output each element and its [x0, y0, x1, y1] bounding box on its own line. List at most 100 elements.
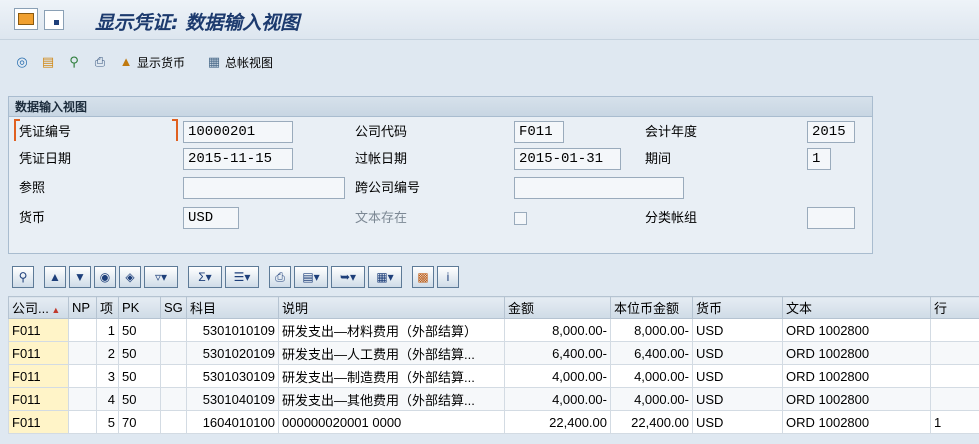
col-company-header[interactable]: 公司... ▲ [8, 296, 69, 319]
export-icon[interactable]: ➥▾ [331, 266, 365, 288]
cell-text[interactable]: ORD 1002800 [782, 318, 931, 342]
currency-field[interactable]: USD [183, 207, 239, 229]
display-currency-button[interactable]: ▲ 显示货币 [118, 53, 185, 71]
doc-date-field[interactable]: 2015-11-15 [183, 148, 293, 170]
table-row[interactable]: F011 1 50 5301010109 研发支出—材料费用（外部结算） 8,0… [8, 318, 979, 342]
cell-amount[interactable]: 4,000.00- [504, 387, 611, 411]
col-amount-header[interactable]: 金额 [504, 296, 611, 319]
cell-np[interactable] [68, 318, 97, 342]
general-ledger-view-button[interactable]: ▦ 总帐视图 [206, 53, 273, 71]
cell-sg[interactable] [160, 410, 187, 434]
cell-amount[interactable]: 6,400.00- [504, 341, 611, 365]
cell-amount[interactable]: 4,000.00- [504, 364, 611, 388]
display-doc-icon[interactable]: ⚲ [66, 53, 82, 71]
posting-date-field[interactable]: 2015-01-31 [514, 148, 621, 170]
cell-extra[interactable] [930, 387, 979, 411]
cross-company-field[interactable] [514, 177, 684, 199]
cell-extra[interactable] [930, 341, 979, 365]
cell-text[interactable]: ORD 1002800 [782, 387, 931, 411]
cell-sg[interactable] [160, 318, 187, 342]
sum-icon[interactable]: Σ▾ [188, 266, 222, 288]
print-icon[interactable]: ⎙ [92, 53, 108, 71]
cell-sg[interactable] [160, 364, 187, 388]
cell-item[interactable]: 5 [96, 410, 119, 434]
cell-item[interactable]: 3 [96, 364, 119, 388]
cell-local-amount[interactable]: 8,000.00- [610, 318, 693, 342]
cell-currency[interactable]: USD [692, 387, 783, 411]
col-currency-header[interactable]: 货币 [692, 296, 783, 319]
cell-np[interactable] [68, 341, 97, 365]
cell-np[interactable] [68, 364, 97, 388]
cell-item[interactable]: 4 [96, 387, 119, 411]
print-preview-icon[interactable]: ⎙ [269, 266, 291, 288]
cell-extra[interactable] [930, 364, 979, 388]
cell-text[interactable]: ORD 1002800 [782, 364, 931, 388]
cell-extra[interactable] [930, 318, 979, 342]
details-icon[interactable]: ⚲ [12, 266, 34, 288]
filter-icon[interactable]: ▿▾ [144, 266, 178, 288]
find-next-icon[interactable]: ◈ [119, 266, 141, 288]
col-item-header[interactable]: 项 [96, 296, 119, 319]
cell-local-amount[interactable]: 6,400.00- [610, 341, 693, 365]
company-code-field[interactable]: F011 [514, 121, 564, 143]
cell-local-amount[interactable]: 4,000.00- [610, 364, 693, 388]
sort-asc-icon[interactable]: ▲ [44, 266, 66, 288]
table-row[interactable]: F011 4 50 5301040109 研发支出—其他费用（外部结算... 4… [8, 387, 979, 411]
cell-local-amount[interactable]: 22,400.00 [610, 410, 693, 434]
cell-np[interactable] [68, 410, 97, 434]
period-field[interactable]: 1 [807, 148, 831, 170]
table-row[interactable]: F011 5 70 1604010100 000000020001 0000 2… [8, 410, 979, 434]
col-local-amount-header[interactable]: 本位币金额 [610, 296, 693, 319]
cell-currency[interactable]: USD [692, 318, 783, 342]
cell-account[interactable]: 5301040109 [186, 387, 279, 411]
cell-amount[interactable]: 8,000.00- [504, 318, 611, 342]
reference-field[interactable] [183, 177, 345, 199]
cell-np[interactable] [68, 387, 97, 411]
doc-no-field[interactable]: 10000201 [183, 121, 293, 143]
sort-desc-icon[interactable]: ▼ [69, 266, 91, 288]
cell-text[interactable]: ORD 1002800 [782, 341, 931, 365]
cell-item[interactable]: 1 [96, 318, 119, 342]
ledger-group-field[interactable] [807, 207, 855, 229]
col-description-header[interactable]: 说明 [278, 296, 505, 319]
cell-extra[interactable]: 1 [930, 410, 979, 434]
cell-text[interactable]: ORD 1002800 [782, 410, 931, 434]
cell-item[interactable]: 2 [96, 341, 119, 365]
system-menu-icon[interactable] [14, 8, 38, 30]
graphic-icon[interactable]: ▩ [412, 266, 434, 288]
copy-icon[interactable]: ▤ [40, 53, 56, 71]
col-sg-header[interactable]: SG [160, 296, 187, 319]
cell-currency[interactable]: USD [692, 364, 783, 388]
cell-account[interactable]: 5301020109 [186, 341, 279, 365]
cell-company[interactable]: F011 [8, 410, 69, 434]
cell-description[interactable]: 000000020001 0000 [278, 410, 505, 434]
cell-currency[interactable]: USD [692, 341, 783, 365]
cell-local-amount[interactable]: 4,000.00- [610, 387, 693, 411]
cell-company[interactable]: F011 [8, 341, 69, 365]
cell-account[interactable]: 1604010100 [186, 410, 279, 434]
cell-account[interactable]: 5301030109 [186, 364, 279, 388]
table-row[interactable]: F011 2 50 5301020109 研发支出—人工费用（外部结算... 6… [8, 341, 979, 365]
cell-pk[interactable]: 70 [118, 410, 161, 434]
cell-company[interactable]: F011 [8, 364, 69, 388]
layout-icon[interactable]: ▦▾ [368, 266, 402, 288]
col-text-header[interactable]: 文本 [782, 296, 931, 319]
cell-company[interactable]: F011 [8, 318, 69, 342]
cell-pk[interactable]: 50 [118, 364, 161, 388]
cell-amount[interactable]: 22,400.00 [504, 410, 611, 434]
col-account-header[interactable]: 科目 [186, 296, 279, 319]
cell-sg[interactable] [160, 341, 187, 365]
col-np-header[interactable]: NP [68, 296, 97, 319]
views-icon[interactable]: ▤▾ [294, 266, 328, 288]
find-icon[interactable]: ◉ [94, 266, 116, 288]
text-exists-checkbox[interactable] [514, 212, 527, 225]
cell-pk[interactable]: 50 [118, 387, 161, 411]
cell-description[interactable]: 研发支出—制造费用（外部结算... [278, 364, 505, 388]
cell-description[interactable]: 研发支出—其他费用（外部结算... [278, 387, 505, 411]
cell-pk[interactable]: 50 [118, 318, 161, 342]
cell-sg[interactable] [160, 387, 187, 411]
system-dropdown-icon[interactable] [44, 10, 64, 30]
cell-currency[interactable]: USD [692, 410, 783, 434]
glasses-icon[interactable]: ◎ [14, 53, 30, 71]
col-extra-header[interactable]: 行 [930, 296, 979, 319]
